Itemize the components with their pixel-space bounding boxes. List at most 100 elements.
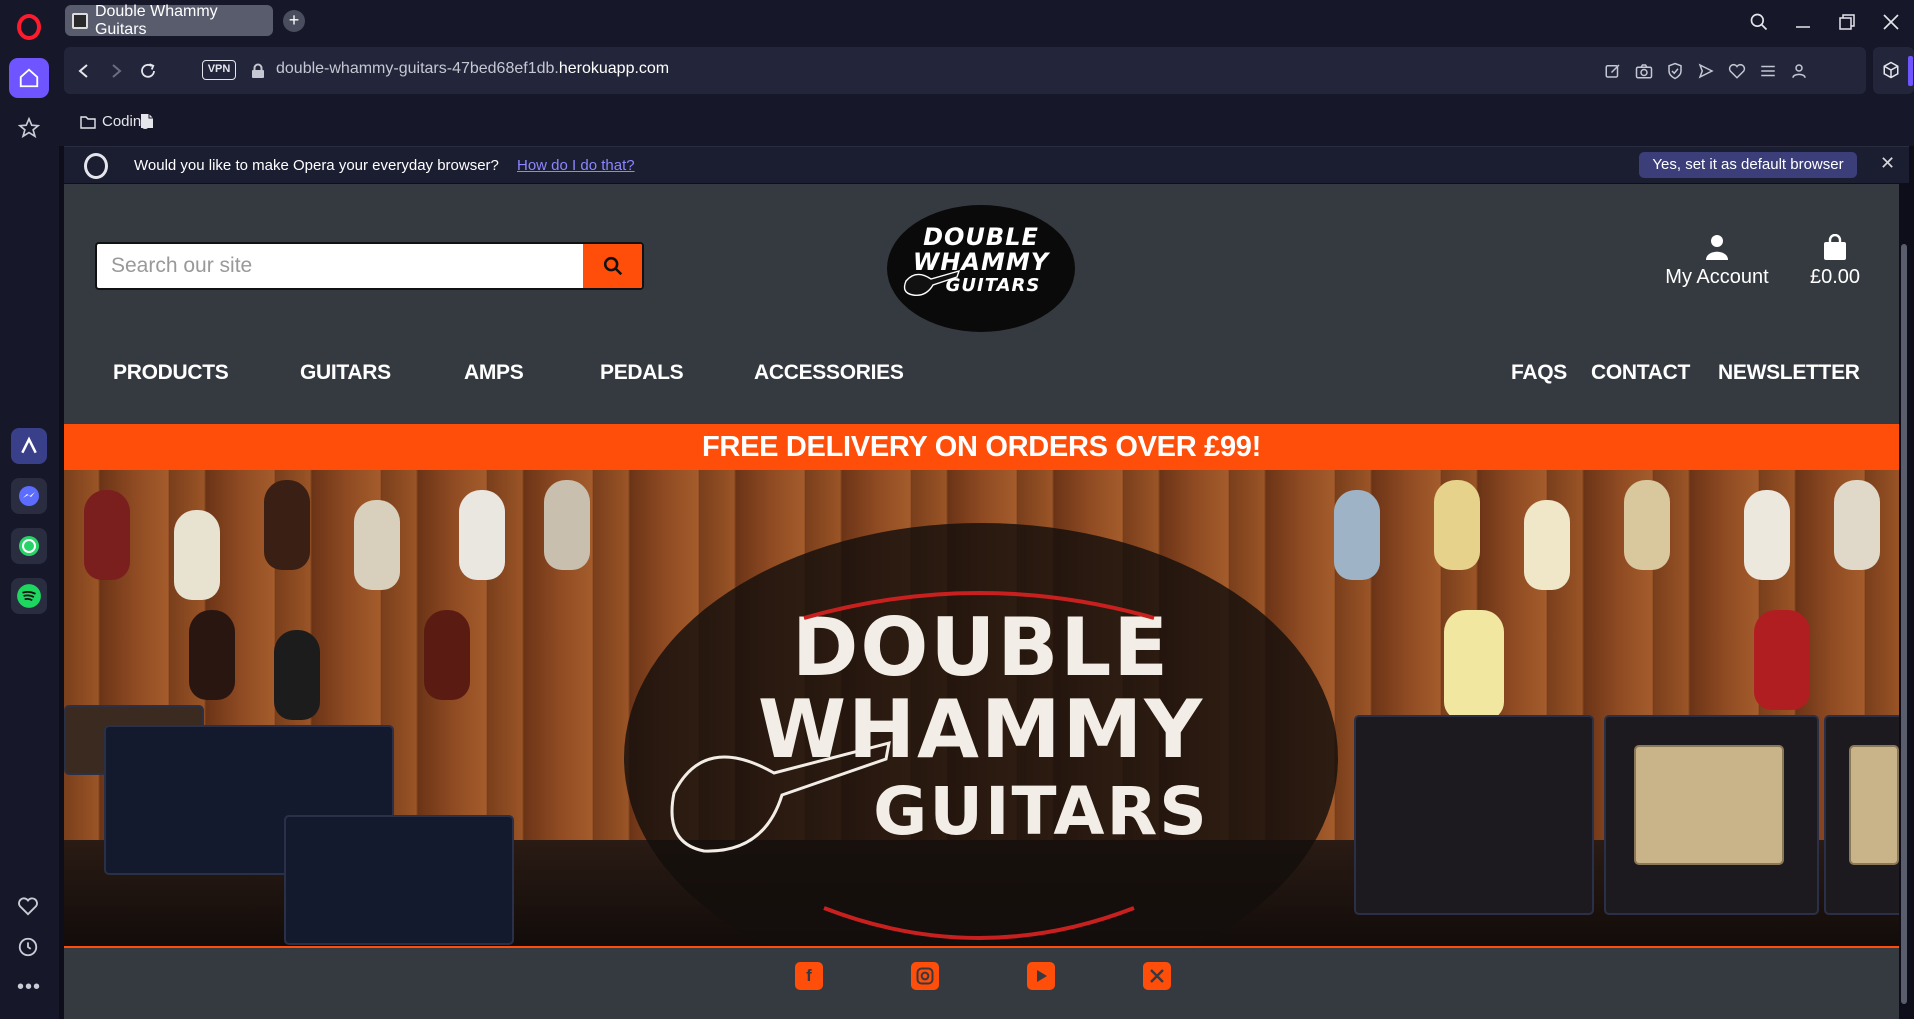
- x-icon[interactable]: [1143, 962, 1171, 990]
- hero-amp-grille: [1849, 745, 1899, 865]
- messenger-icon[interactable]: [11, 478, 47, 514]
- vpn-badge[interactable]: VPN: [202, 60, 236, 80]
- hero-guitar: [1624, 480, 1670, 570]
- hero-amp: [1354, 715, 1594, 915]
- extensions-button[interactable]: [1873, 47, 1914, 94]
- shopping-bag-icon: [1824, 233, 1846, 260]
- bookmark-heart-icon[interactable]: [1725, 59, 1749, 83]
- nav-guitars[interactable]: GUITARS: [300, 361, 391, 385]
- search-bar: [95, 242, 644, 290]
- set-default-button[interactable]: Yes, set it as default browser: [1639, 152, 1857, 178]
- opera-sidebar: •••: [0, 0, 59, 1019]
- nav-pedals[interactable]: PEDALS: [600, 361, 684, 385]
- nav-accessories[interactable]: ACCESSORIES: [754, 361, 904, 385]
- send-icon[interactable]: [1694, 59, 1718, 83]
- address-bar[interactable]: VPN double-whammy-guitars-47bed68ef1db.h…: [64, 47, 1866, 94]
- url-text[interactable]: double-whammy-guitars-47bed68ef1db.herok…: [276, 60, 669, 78]
- minimize-icon[interactable]: [1789, 8, 1817, 36]
- hero-guitar: [459, 490, 505, 580]
- page-viewport: DOUBLE WHAMMY GUITARS My Account £0.00 P…: [64, 184, 1899, 1019]
- social-footer: f: [64, 946, 1899, 1019]
- forward-icon[interactable]: [104, 59, 128, 83]
- user-icon: [1706, 235, 1728, 260]
- cart-total: £0.00: [1809, 266, 1861, 288]
- hero-banner: DOUBLE WHAMMY GUITARS: [64, 470, 1899, 946]
- hero-red-arcs: [803, 591, 1155, 940]
- nav-faqs[interactable]: FAQS: [1511, 361, 1567, 385]
- nav-products[interactable]: PRODUCTS: [113, 361, 229, 385]
- scroll-thumb[interactable]: [1901, 244, 1907, 1004]
- star-icon[interactable]: [9, 108, 49, 148]
- whatsapp-icon[interactable]: [11, 528, 47, 564]
- default-browser-notice: Would you like to make Opera your everyd…: [64, 146, 1909, 183]
- hero-guitar: [1524, 500, 1570, 590]
- back-icon[interactable]: [72, 59, 96, 83]
- url-prefix: double-whammy-guitars-47bed68ef1db.: [276, 60, 559, 77]
- hero-guitar: [1444, 610, 1504, 720]
- extension-indicator: [1908, 56, 1913, 86]
- aria-icon[interactable]: [11, 428, 47, 464]
- search-icon: [603, 256, 622, 276]
- hero-guitar: [354, 500, 400, 590]
- hero-guitar: [274, 630, 320, 720]
- hero-guitar: [189, 610, 235, 700]
- site-logo[interactable]: DOUBLE WHAMMY GUITARS: [887, 205, 1075, 332]
- hero-guitar: [1754, 610, 1810, 710]
- hero-guitar: [174, 510, 220, 600]
- notice-text: Would you like to make Opera your everyd…: [134, 157, 499, 174]
- spotify-icon[interactable]: [11, 578, 47, 614]
- folder-icon: [80, 115, 96, 129]
- easy-setup-icon[interactable]: [1756, 59, 1780, 83]
- favicon-icon: [72, 12, 88, 29]
- close-window-icon[interactable]: [1877, 8, 1905, 36]
- facebook-icon[interactable]: f: [795, 962, 823, 990]
- hero-guitar: [84, 490, 130, 580]
- nav-contact[interactable]: CONTACT: [1591, 361, 1690, 385]
- bookmarks-bar: Coding: [59, 99, 1914, 146]
- hero-guitar: [1744, 490, 1790, 580]
- opera-o-icon: [84, 153, 108, 179]
- instagram-icon[interactable]: [911, 962, 939, 990]
- history-icon[interactable]: [17, 936, 39, 963]
- hero-guitar: [264, 480, 310, 570]
- new-tab-button[interactable]: +: [283, 10, 305, 32]
- search-button[interactable]: [583, 244, 642, 288]
- shield-icon[interactable]: [1663, 59, 1687, 83]
- restore-icon[interactable]: [1833, 8, 1861, 36]
- hero-guitar: [424, 610, 470, 700]
- free-delivery-banner: FREE DELIVERY ON ORDERS OVER £99!: [64, 424, 1899, 470]
- nav-newsletter[interactable]: NEWSLETTER: [1718, 361, 1860, 385]
- how-do-i-link[interactable]: How do I do that?: [517, 157, 635, 174]
- page-scrollbar[interactable]: [1899, 184, 1909, 1019]
- search-input[interactable]: [97, 244, 583, 288]
- hero-guitar: [1834, 480, 1880, 570]
- logo-line-1: DOUBLE: [923, 223, 1039, 251]
- lock-icon[interactable]: [246, 59, 270, 83]
- hero-guitar: [544, 480, 590, 570]
- url-domain: herokuapp.com: [558, 60, 670, 77]
- more-icon[interactable]: •••: [17, 976, 41, 999]
- document-icon: [141, 114, 153, 128]
- cube-icon: [1882, 61, 1900, 84]
- nav-amps[interactable]: AMPS: [464, 361, 524, 385]
- heart-icon[interactable]: [17, 896, 39, 921]
- edit-icon[interactable]: [1601, 59, 1625, 83]
- bookmark-page[interactable]: [140, 113, 154, 129]
- my-account-link[interactable]: My Account: [1662, 234, 1772, 289]
- opera-logo-icon[interactable]: [17, 14, 41, 40]
- tab-title: Double Whammy Guitars: [94, 2, 218, 38]
- camera-icon[interactable]: [1632, 59, 1656, 83]
- address-bar-row: VPN double-whammy-guitars-47bed68ef1db.h…: [59, 43, 1914, 99]
- profile-icon[interactable]: [1787, 59, 1811, 83]
- hero-amp: [284, 815, 514, 945]
- hero-guitar: [1334, 490, 1380, 580]
- reload-icon[interactable]: [136, 59, 160, 83]
- close-notice-icon[interactable]: ✕: [1880, 153, 1895, 174]
- cart-link[interactable]: £0.00: [1800, 233, 1870, 289]
- tab-double-whammy[interactable]: Double Whammy Guitars: [65, 2, 273, 38]
- hero-guitar: [1434, 480, 1480, 570]
- home-icon[interactable]: [9, 58, 49, 98]
- search-tabs-icon[interactable]: [1745, 8, 1773, 36]
- tab-bar: Double Whammy Guitars +: [59, 0, 1914, 43]
- youtube-icon[interactable]: [1027, 962, 1055, 990]
